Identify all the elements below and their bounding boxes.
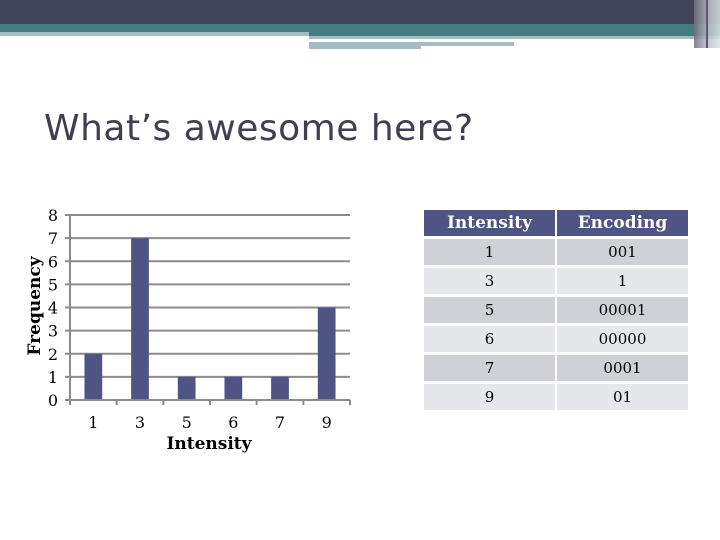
cell-intensity: 7	[424, 355, 555, 381]
cell-intensity: 3	[424, 268, 555, 294]
y-tick-label: 4	[48, 299, 58, 318]
y-tick-label: 6	[48, 252, 58, 271]
encoding-table: Intensity Encoding 1 001 3 1 5 00001 6 00000 7 00…	[422, 207, 690, 413]
x-tick-label: 5	[182, 413, 192, 432]
y-tick-label: 5	[48, 275, 58, 294]
y-tick-label: 8	[48, 206, 58, 225]
x-tick-label: 6	[228, 413, 238, 432]
cell-encoding: 1	[557, 268, 688, 294]
table-row: 7 0001	[424, 355, 688, 381]
y-tick-label: 2	[48, 345, 58, 364]
x-tick-label: 3	[135, 413, 145, 432]
cell-encoding: 01	[557, 384, 688, 410]
y-tick-label: 0	[48, 391, 58, 410]
cell-encoding: 0001	[557, 355, 688, 381]
gridlines	[70, 214, 350, 378]
table-header-row: Intensity Encoding	[424, 210, 688, 236]
bar-9	[317, 307, 336, 400]
cell-intensity: 6	[424, 326, 555, 352]
header-intensity: Intensity	[424, 210, 555, 236]
x-axis-label: Intensity	[166, 434, 252, 454]
cell-intensity: 9	[424, 384, 555, 410]
cell-encoding: 001	[557, 239, 688, 265]
y-tick-label: 1	[48, 368, 58, 387]
bars	[84, 238, 336, 400]
cell-encoding: 00000	[557, 326, 688, 352]
x-tick-label: 9	[322, 413, 332, 432]
y-tick-label: 7	[48, 229, 58, 248]
x-tick-label: 7	[275, 413, 285, 432]
table-row: 31	[424, 268, 688, 294]
bar-1	[84, 353, 103, 400]
table-row: 9 01	[424, 384, 688, 410]
x-tick-label: 1	[88, 413, 98, 432]
table-row: 6 00000	[424, 326, 688, 352]
x-tick-labels: 1 3 5 6 7 9	[88, 413, 332, 432]
cell-encoding: 00001	[557, 297, 688, 323]
bar-3	[131, 238, 149, 400]
y-tick-labels: 0 1 2 3 4 5 6 7 8	[48, 206, 58, 410]
table-row: 1 001	[424, 239, 688, 265]
bar-5	[177, 376, 196, 400]
y-axis-label: Frequency	[25, 255, 45, 355]
bar-6	[224, 376, 243, 400]
table-row: 5 00001	[424, 297, 688, 323]
y-tick-label: 3	[48, 322, 58, 341]
header-encoding: Encoding	[557, 210, 688, 236]
cell-intensity: 5	[424, 297, 555, 323]
bar-7	[271, 376, 289, 400]
cell-intensity: 1	[424, 239, 555, 265]
